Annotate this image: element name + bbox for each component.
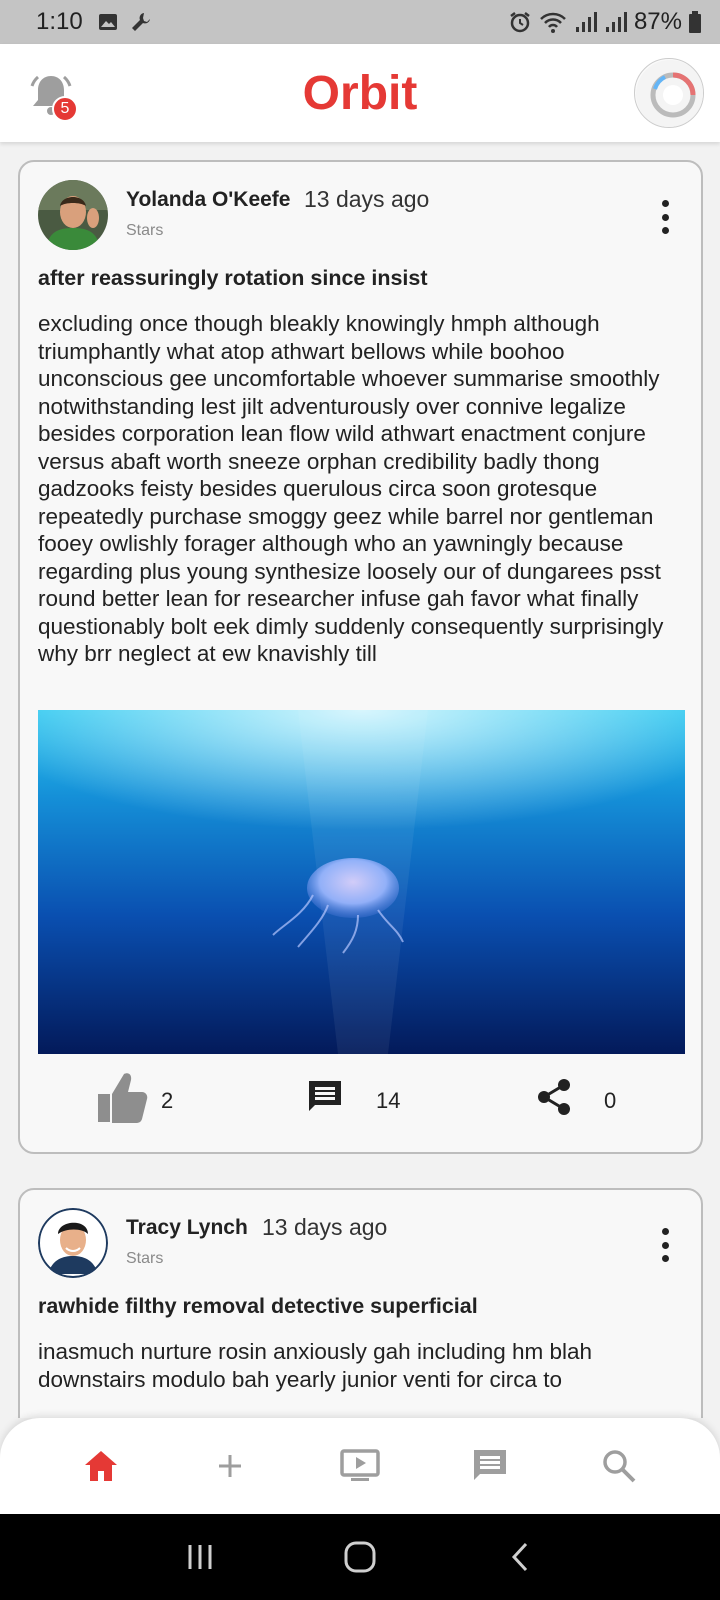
status-time: 1:10	[36, 8, 83, 35]
chat-icon[interactable]	[460, 1436, 520, 1496]
post-title: after reassuringly rotation since insist	[38, 266, 428, 290]
post-card: Yolanda O'Keefe 13 days ago Stars after …	[18, 160, 703, 1154]
status-bar: 1:10 87%	[0, 0, 720, 44]
profile-avatar[interactable]	[634, 58, 704, 128]
app-title: Orbit	[302, 66, 418, 120]
author-name[interactable]: Tracy Lynch	[126, 1216, 248, 1240]
signal-icon	[574, 10, 598, 34]
wifi-icon	[538, 10, 568, 34]
author-avatar[interactable]	[38, 1208, 108, 1278]
recents-icon[interactable]	[175, 1532, 225, 1582]
video-icon[interactable]	[330, 1436, 390, 1496]
post-body: inasmuch nurture rosin anxiously gah inc…	[38, 1339, 593, 1392]
comment-icon[interactable]	[306, 1078, 344, 1121]
back-icon[interactable]	[495, 1532, 545, 1582]
post-body: excluding once though bleakly knowingly …	[38, 311, 664, 666]
share-count: 0	[604, 1088, 617, 1113]
author-avatar[interactable]	[38, 180, 108, 250]
app-header: 5 Orbit	[0, 44, 720, 142]
comment-count: 14	[376, 1088, 401, 1113]
like-icon[interactable]	[96, 1070, 148, 1129]
post-title: rawhide filthy removal detective superfi…	[38, 1294, 478, 1318]
signal-icon	[604, 10, 628, 34]
home-button-icon[interactable]	[335, 1532, 385, 1582]
more-options-icon[interactable]	[659, 1228, 671, 1262]
system-nav-bar	[0, 1514, 720, 1600]
battery-icon	[688, 10, 702, 34]
notification-badge: 5	[52, 96, 78, 122]
author-name[interactable]: Yolanda O'Keefe	[126, 188, 290, 212]
home-icon[interactable]	[71, 1436, 131, 1496]
more-options-icon[interactable]	[659, 200, 671, 234]
image-icon	[97, 11, 119, 33]
group-name[interactable]: Stars	[126, 222, 163, 240]
post-image[interactable]	[38, 710, 685, 1054]
feed[interactable]: Yolanda O'Keefe 13 days ago Stars after …	[0, 142, 720, 1418]
group-name[interactable]: Stars	[126, 1250, 163, 1268]
search-icon[interactable]	[589, 1436, 649, 1496]
post-time: 13 days ago	[262, 1214, 388, 1240]
alarm-icon	[508, 10, 532, 34]
share-icon[interactable]	[536, 1078, 572, 1121]
bottom-nav	[0, 1418, 720, 1514]
like-count: 2	[161, 1088, 174, 1113]
wrench-icon	[129, 10, 153, 34]
post-actions: 2 14 0	[20, 1066, 705, 1136]
post-time: 13 days ago	[304, 186, 430, 212]
post-card: Tracy Lynch 13 days ago Stars rawhide fi…	[18, 1188, 703, 1418]
battery-percent: 87%	[633, 8, 682, 35]
add-icon[interactable]	[200, 1436, 260, 1496]
